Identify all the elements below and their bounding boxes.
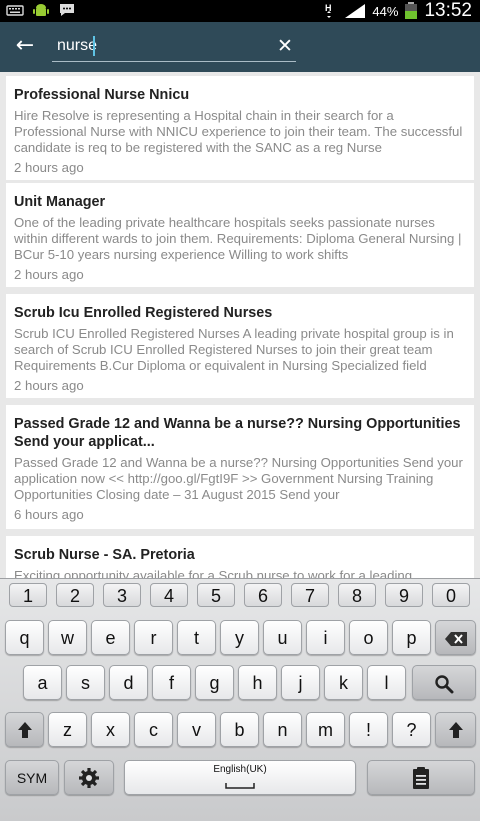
key-h[interactable]: h	[238, 665, 277, 700]
shift-arrow-icon	[448, 722, 463, 738]
key-n[interactable]: n	[263, 712, 302, 747]
key-b[interactable]: b	[220, 712, 259, 747]
job-time-ago: 6 hours ago	[14, 507, 84, 522]
clipboard-icon	[413, 767, 429, 789]
keyboard-language-label: English(UK)	[213, 764, 267, 775]
clipboard-key[interactable]	[367, 760, 475, 795]
search-input[interactable]	[57, 35, 257, 57]
clear-search-icon[interactable]: ✕	[274, 35, 296, 57]
key-t[interactable]: t	[177, 620, 216, 655]
key-5[interactable]: 5	[197, 583, 235, 607]
job-time-ago: 2 hours ago	[14, 267, 84, 282]
key-k[interactable]: k	[324, 665, 363, 700]
key-6[interactable]: 6	[244, 583, 282, 607]
android-debug-icon	[33, 4, 49, 16]
search-key[interactable]	[412, 665, 476, 700]
keyboard-notification-icon	[6, 5, 24, 16]
job-description: Passed Grade 12 and Wanna be a nurse?? N…	[14, 455, 463, 502]
job-description: Exciting opportunity available for a Scr…	[14, 568, 413, 578]
list-item[interactable]: Scrub Nurse - SA. Pretoria Exciting oppo…	[6, 536, 474, 578]
key-o[interactable]: o	[349, 620, 388, 655]
key-9[interactable]: 9	[385, 583, 423, 607]
list-item[interactable]: Professional Nurse Nnicu Hire Resolve is…	[6, 76, 474, 180]
key-a[interactable]: a	[23, 665, 62, 700]
battery-percent: 44%	[372, 3, 399, 19]
hspa-data-icon: H	[325, 3, 332, 18]
job-time-ago: 2 hours ago	[14, 378, 84, 393]
key-z[interactable]: z	[48, 712, 87, 747]
key-u[interactable]: u	[263, 620, 302, 655]
job-description: Scrub ICU Enrolled Registered Nurses A l…	[14, 326, 454, 373]
signal-strength-icon	[345, 4, 366, 18]
key-p[interactable]: p	[392, 620, 431, 655]
key-s[interactable]: s	[66, 665, 105, 700]
key-2[interactable]: 2	[56, 583, 94, 607]
key-m[interactable]: m	[306, 712, 345, 747]
key-q[interactable]: q	[5, 620, 44, 655]
list-item[interactable]: Passed Grade 12 and Wanna be a nurse?? N…	[6, 405, 474, 529]
job-description: One of the leading private healthcare ho…	[14, 215, 462, 262]
key-r[interactable]: r	[134, 620, 173, 655]
search-app-bar: ← ✕	[0, 22, 480, 72]
job-title: Unit Manager	[14, 194, 106, 210]
space-key[interactable]: English(UK)	[124, 760, 356, 795]
magnifier-icon	[435, 675, 454, 694]
key-w[interactable]: w	[48, 620, 87, 655]
gear-icon	[79, 768, 99, 788]
job-description: Hire Resolve is representing a Hospital …	[14, 108, 463, 155]
shift-key-right[interactable]	[435, 712, 476, 747]
job-title: Scrub Nurse - SA. Pretoria	[14, 547, 195, 563]
key-1[interactable]: 1	[9, 583, 47, 607]
clock: 13:52	[424, 0, 472, 21]
key-3[interactable]: 3	[103, 583, 141, 607]
key-j[interactable]: j	[281, 665, 320, 700]
results-list[interactable]: Professional Nurse Nnicu Hire Resolve is…	[0, 72, 480, 578]
chat-notification-icon	[60, 4, 74, 16]
battery-icon	[405, 2, 418, 19]
backspace-key[interactable]	[435, 620, 476, 655]
key-4[interactable]: 4	[150, 583, 188, 607]
list-item[interactable]: Unit Manager One of the leading private …	[6, 183, 474, 287]
list-item[interactable]: Scrub Icu Enrolled Registered Nurses Scr…	[6, 294, 474, 398]
key-l[interactable]: l	[367, 665, 406, 700]
key-exclamation[interactable]: !	[349, 712, 388, 747]
key-x[interactable]: x	[91, 712, 130, 747]
key-d[interactable]: d	[109, 665, 148, 700]
key-question[interactable]: ?	[392, 712, 431, 747]
key-7[interactable]: 7	[291, 583, 329, 607]
space-bar-icon	[225, 783, 255, 789]
key-e[interactable]: e	[91, 620, 130, 655]
status-bar: H 44% 13:52	[0, 0, 480, 22]
text-cursor	[93, 36, 95, 56]
sym-key[interactable]: SYM	[5, 760, 59, 795]
key-8[interactable]: 8	[338, 583, 376, 607]
job-title: Scrub Icu Enrolled Registered Nurses	[14, 305, 273, 321]
back-arrow-icon[interactable]: ←	[12, 33, 38, 59]
key-f[interactable]: f	[152, 665, 191, 700]
settings-key[interactable]	[64, 760, 114, 795]
job-title: Passed Grade 12 and Wanna be a nurse?? N…	[14, 416, 461, 450]
job-title: Professional Nurse Nnicu	[14, 87, 190, 103]
key-v[interactable]: v	[177, 712, 216, 747]
svg-text:H: H	[325, 3, 332, 13]
search-field[interactable]	[52, 31, 296, 62]
key-y[interactable]: y	[220, 620, 259, 655]
shift-arrow-icon	[17, 722, 32, 738]
key-0[interactable]: 0	[432, 583, 470, 607]
shift-key[interactable]	[5, 712, 44, 747]
key-c[interactable]: c	[134, 712, 173, 747]
key-i[interactable]: i	[306, 620, 345, 655]
key-g[interactable]: g	[195, 665, 234, 700]
job-time-ago: 2 hours ago	[14, 160, 84, 175]
backspace-icon	[444, 632, 467, 646]
